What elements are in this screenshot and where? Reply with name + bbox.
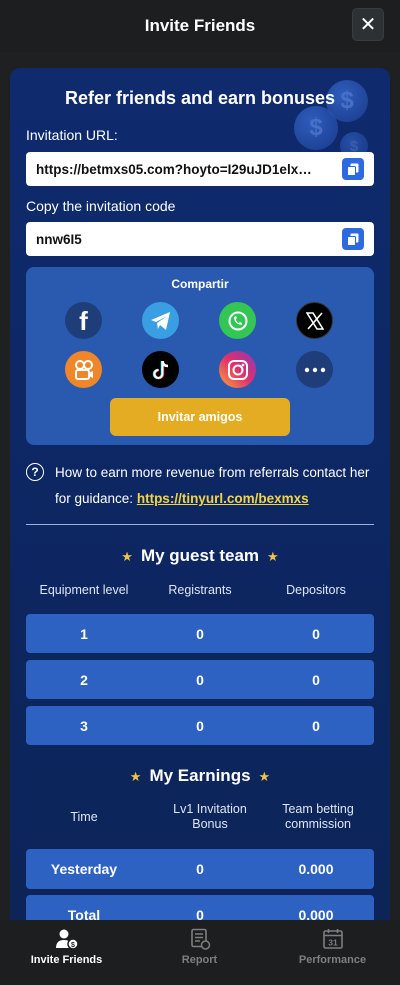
- star-icon: ★: [267, 548, 279, 564]
- table-cell: 0: [196, 671, 204, 688]
- question-icon: ?: [26, 463, 44, 481]
- facebook-icon[interactable]: f: [65, 302, 102, 339]
- copy-url-button[interactable]: [342, 158, 364, 180]
- close-icon: ✕: [359, 14, 377, 36]
- earnings-heading: ★ My Earnings ★: [10, 766, 390, 786]
- kwai-icon[interactable]: [65, 351, 102, 388]
- star-icon: ★: [258, 768, 271, 784]
- guest-team-title: My guest team: [140, 546, 260, 565]
- table-cell: 2: [80, 671, 88, 688]
- nav-performance[interactable]: 31 Performance: [266, 920, 399, 985]
- guest-team-heading: ★ My guest team ★: [10, 546, 390, 566]
- whatsapp-icon[interactable]: [219, 302, 256, 339]
- earnings-title: My Earnings: [149, 766, 251, 785]
- column-header: Registrants: [168, 583, 232, 597]
- more-icon[interactable]: [296, 351, 333, 388]
- instagram-icon[interactable]: [219, 351, 256, 388]
- headline: Refer friends and earn bonuses: [64, 88, 336, 108]
- bottom-nav: $ Invite Friends Report 31 Performance: [0, 920, 400, 985]
- table-cell: Yesterday: [50, 861, 118, 877]
- invite-friends-icon: $: [55, 929, 79, 950]
- nav-label: Performance: [298, 954, 367, 966]
- tiktok-icon[interactable]: [142, 351, 179, 388]
- column-header: Time: [70, 810, 98, 824]
- invitation-url-value: https://betmxs05.com?hoyto=I29uJD1elx…: [36, 161, 312, 177]
- close-button[interactable]: ✕: [352, 8, 384, 41]
- invitation-code-value: nnw6I5: [36, 231, 82, 247]
- table-cell: 0.000: [298, 861, 334, 877]
- share-panel: Compartir f Invitar amigos: [26, 267, 374, 445]
- nav-label: Invite Friends: [30, 954, 103, 966]
- nav-invite-friends[interactable]: $ Invite Friends: [0, 920, 133, 985]
- calendar-day: 31: [328, 938, 338, 948]
- nav-report[interactable]: Report: [133, 920, 266, 985]
- table-cell: 3: [80, 717, 88, 734]
- invite-friends-button[interactable]: Invitar amigos: [110, 398, 290, 436]
- column-header: Lv1 Invitation Bonus: [173, 802, 247, 831]
- column-header: Equipment level: [39, 583, 129, 597]
- help-link[interactable]: https://tinyurl.com/bexmxs: [137, 491, 309, 506]
- star-icon: ★: [129, 768, 142, 784]
- table-cell: 0: [196, 625, 204, 642]
- invitation-url-field[interactable]: https://betmxs05.com?hoyto=I29uJD1elx…: [26, 152, 374, 186]
- table-row: 2 0 0: [26, 660, 374, 699]
- report-icon: [190, 928, 210, 950]
- invite-card: $ $ $ Refer friends and earn bonuses Inv…: [10, 68, 390, 928]
- svg-text:f: f: [79, 306, 88, 336]
- svg-text:$: $: [71, 942, 75, 949]
- table-cell: 0: [196, 861, 204, 877]
- invitation-code-label: Copy the invitation code: [26, 198, 176, 214]
- table-cell: 1: [80, 625, 88, 642]
- nav-label: Report: [181, 954, 218, 966]
- column-header: Depositors: [286, 583, 346, 597]
- copy-code-button[interactable]: [342, 228, 364, 250]
- table-cell: 0: [312, 717, 320, 734]
- top-bar: Invite Friends ✕: [0, 0, 400, 52]
- table-cell: 0: [196, 717, 204, 734]
- invitation-code-field[interactable]: nnw6I5: [26, 222, 374, 256]
- page-title: Invite Friends: [144, 16, 256, 35]
- share-title: Compartir: [171, 277, 229, 291]
- column-header: Team betting commission: [282, 802, 354, 831]
- invitation-url-label: Invitation URL:: [26, 127, 118, 143]
- referral-help: ? How to earn more revenue from referral…: [26, 460, 374, 512]
- copy-icon: [347, 163, 359, 176]
- copy-icon: [347, 233, 359, 246]
- table-row: Yesterday 0 0.000: [26, 849, 374, 889]
- calendar-icon: 31: [322, 929, 343, 949]
- telegram-icon[interactable]: [142, 302, 179, 339]
- table-row: 3 0 0: [26, 706, 374, 745]
- coin-decoration-icon: $: [294, 106, 338, 150]
- table-cell: 0: [312, 625, 320, 642]
- divider: [26, 524, 374, 525]
- star-icon: ★: [121, 548, 133, 564]
- table-row: 1 0 0: [26, 614, 374, 653]
- table-cell: 0: [312, 671, 320, 688]
- x-icon[interactable]: [296, 302, 333, 339]
